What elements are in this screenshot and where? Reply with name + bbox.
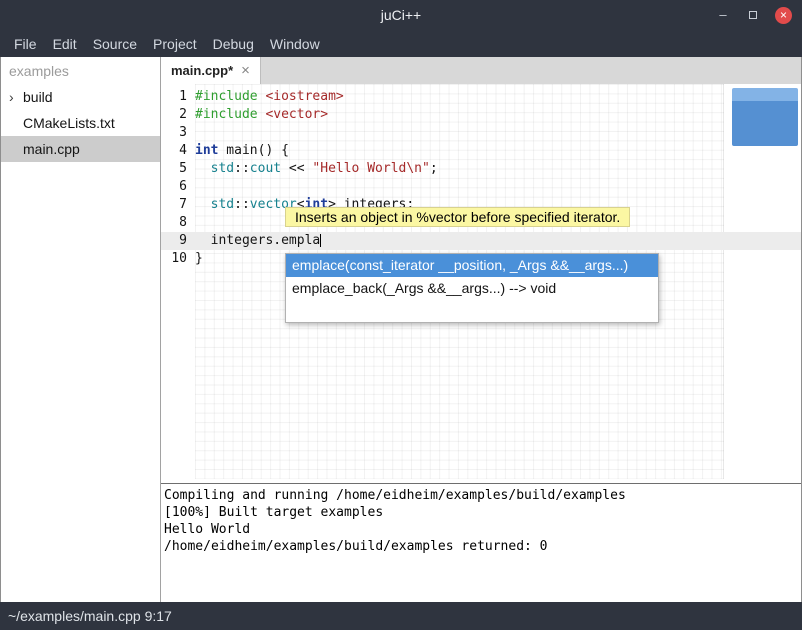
line-number: 6 xyxy=(161,178,187,196)
line-number: 3 xyxy=(161,124,187,142)
code-text: integers.empla xyxy=(187,232,321,250)
close-button[interactable]: × xyxy=(775,7,792,24)
doc-tooltip: Inserts an object in %vector before spec… xyxy=(285,207,630,227)
code-text xyxy=(187,124,195,142)
status-file-position: ~/examples/main.cpp 9:17 xyxy=(8,608,172,624)
code-text: #include <vector> xyxy=(187,106,328,124)
code-text xyxy=(187,178,195,196)
chevron-right-icon[interactable]: › xyxy=(9,89,14,105)
output-line: [100%] Built target examples xyxy=(164,504,798,521)
scrollbar-thumb[interactable] xyxy=(732,88,798,146)
code-text: std::cout << "Hello World\n"; xyxy=(187,160,438,178)
file-tree: › build CMakeLists.txt main.cpp xyxy=(1,84,160,162)
autocomplete-popup: emplace(const_iterator __position, _Args… xyxy=(285,253,659,323)
line-number: 5 xyxy=(161,160,187,178)
maximize-button[interactable] xyxy=(745,7,761,23)
completion-item[interactable]: emplace(const_iterator __position, _Args… xyxy=(286,254,658,277)
output-panel[interactable]: Compiling and running /home/eidheim/exam… xyxy=(161,483,801,602)
editor[interactable]: 1#include <iostream>2#include <vector>34… xyxy=(161,84,801,483)
status-bar: ~/examples/main.cpp 9:17 xyxy=(0,602,802,630)
code-text xyxy=(187,214,195,232)
sidebar: examples › build CMakeLists.txt main.cpp xyxy=(1,57,161,602)
line-number: 9 xyxy=(161,232,187,250)
code-line-9[interactable]: 9 integers.empla xyxy=(161,232,801,250)
line-number: 10 xyxy=(161,250,187,268)
window-controls: – × xyxy=(715,7,802,24)
code-text: #include <iostream> xyxy=(187,88,344,106)
file-name: CMakeLists.txt xyxy=(23,115,115,131)
menu-file[interactable]: File xyxy=(6,33,45,55)
window-title: juCi++ xyxy=(0,7,802,23)
line-number: 1 xyxy=(161,88,187,106)
completion-item[interactable]: emplace_back(_Args &&__args...) --> void xyxy=(286,277,658,300)
menu-project[interactable]: Project xyxy=(145,33,205,55)
minimize-button[interactable]: – xyxy=(715,7,731,23)
code-line-4[interactable]: 4int main() { xyxy=(161,142,801,160)
file-name: build xyxy=(23,89,53,105)
code-line-6[interactable]: 6 xyxy=(161,178,801,196)
tab-label: main.cpp* xyxy=(171,63,233,78)
code-lines: 1#include <iostream>2#include <vector>34… xyxy=(161,84,801,268)
sidebar-item-build[interactable]: › build xyxy=(1,84,160,110)
project-name: examples xyxy=(1,57,160,84)
menu-debug[interactable]: Debug xyxy=(205,33,262,55)
output-line: Hello World xyxy=(164,521,798,538)
sidebar-item-cmakelists-txt[interactable]: CMakeLists.txt xyxy=(1,110,160,136)
file-name: main.cpp xyxy=(23,141,80,157)
code-line-5[interactable]: 5 std::cout << "Hello World\n"; xyxy=(161,160,801,178)
sidebar-item-main-cpp[interactable]: main.cpp xyxy=(1,136,160,162)
window-body: examples › build CMakeLists.txt main.cpp ma… xyxy=(0,57,802,602)
output-line: Compiling and running /home/eidheim/exam… xyxy=(164,487,798,504)
juci-window: juCi++ – × FileEditSourceProjectDebugWin… xyxy=(0,0,802,630)
menu-source[interactable]: Source xyxy=(85,33,145,55)
line-number: 7 xyxy=(161,196,187,214)
maximize-icon xyxy=(749,11,757,19)
main-area: main.cpp* × 1#include <iostream>2#include… xyxy=(161,57,801,602)
code-text: } xyxy=(187,250,203,268)
text-cursor xyxy=(320,234,321,247)
code-line-3[interactable]: 3 xyxy=(161,124,801,142)
menu-edit[interactable]: Edit xyxy=(45,33,85,55)
code-line-1[interactable]: 1#include <iostream> xyxy=(161,88,801,106)
tab-close-icon[interactable]: × xyxy=(241,62,250,79)
tab-main-cpp[interactable]: main.cpp* × xyxy=(161,57,261,84)
code-text: int main() { xyxy=(187,142,289,160)
titlebar: juCi++ – × xyxy=(0,0,802,30)
menu-window[interactable]: Window xyxy=(262,33,328,55)
line-number: 4 xyxy=(161,142,187,160)
line-number: 2 xyxy=(161,106,187,124)
menu-bar: FileEditSourceProjectDebugWindow xyxy=(0,30,802,57)
line-number: 8 xyxy=(161,214,187,232)
output-line: /home/eidheim/examples/build/examples re… xyxy=(164,538,798,555)
code-line-2[interactable]: 2#include <vector> xyxy=(161,106,801,124)
tab-bar: main.cpp* × xyxy=(161,57,801,84)
